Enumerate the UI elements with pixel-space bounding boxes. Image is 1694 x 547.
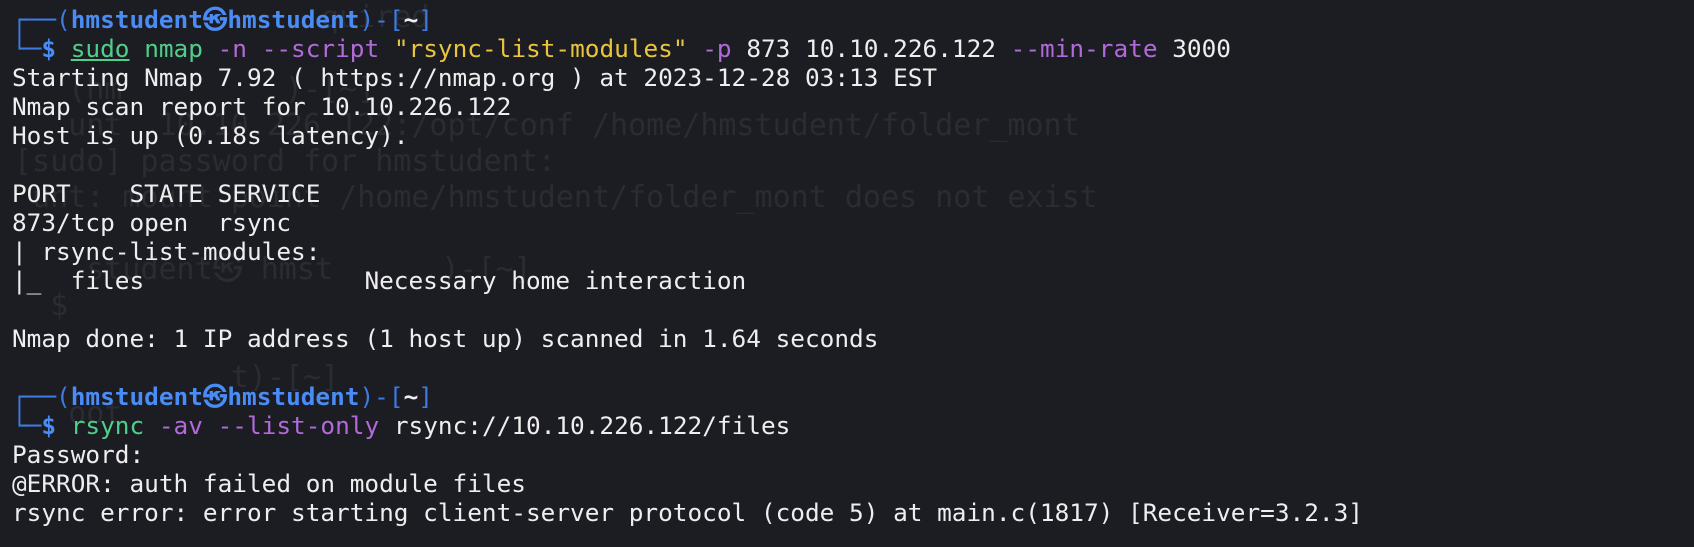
prompt-dir-open: )-[	[359, 382, 404, 411]
command-flag: -av	[158, 411, 203, 440]
output-line: Host is up (0.18s latency).	[12, 121, 409, 150]
prompt-user: hmstudent	[70, 382, 203, 411]
command-arg: 873	[746, 34, 791, 63]
prompt-line: ┌──(hmstudent㉿hmstudent)-[~]	[12, 5, 1694, 34]
output-line: Nmap done: 1 IP address (1 host up) scan…	[12, 324, 879, 353]
command-sudo: sudo	[70, 34, 130, 63]
command-arg: 3000	[1172, 34, 1231, 63]
command-arg: 10.10.226.122	[805, 34, 996, 63]
prompt-user: hmstudent	[70, 5, 203, 34]
command-binary: rsync	[70, 411, 145, 440]
prompt-line: ┌──(hmstudent㉿hmstudent)-[~]	[12, 382, 1694, 411]
output-line: |_ files Necessary home interaction	[12, 266, 747, 295]
command-flag: --script	[261, 34, 380, 63]
command-binary: nmap	[144, 34, 203, 63]
output-line: Password:	[12, 440, 159, 469]
output-line: PORT STATE SERVICE	[12, 179, 321, 208]
terminal-window[interactable]: quired (hm )-[~] unt 10.10.226.122:/opt/…	[0, 0, 1694, 547]
prompt-skull-icon: ㉿	[202, 5, 228, 34]
prompt-frame-top: ┌──(	[12, 382, 71, 411]
prompt-host: hmstudent	[227, 382, 360, 411]
command-flag: -p	[702, 34, 732, 63]
prompt-frame-bottom: └─	[12, 411, 42, 440]
command-line[interactable]: └─$ rsync -av --list-only rsync://10.10.…	[12, 411, 1694, 440]
command-flag: -n	[217, 34, 247, 63]
command-flag: --min-rate	[1010, 34, 1158, 63]
command-flag: --list-only	[217, 411, 380, 440]
prompt-dir: ~	[403, 382, 419, 411]
prompt-skull-icon: ㉿	[202, 382, 228, 411]
prompt-dir-close: ]	[418, 382, 433, 411]
terminal-output: ┌──(hmstudent㉿hmstudent)-[~] └─$ sudo nm…	[12, 5, 1694, 527]
output-line: | rsync-list-modules:	[12, 237, 336, 266]
prompt-frame-bottom: └─	[12, 34, 42, 63]
output-line: 873/tcp open rsync	[12, 208, 292, 237]
prompt-dir-close: ]	[418, 5, 433, 34]
command-arg: rsync://10.10.226.122/files	[393, 411, 791, 440]
output-line: Nmap scan report for 10.10.226.122	[12, 92, 512, 121]
prompt-host: hmstudent	[227, 5, 360, 34]
prompt-frame-top: ┌──(	[12, 5, 71, 34]
output-line: @ERROR: auth failed on module files	[12, 469, 526, 498]
prompt-dir-open: )-[	[359, 5, 404, 34]
command-string-arg: "rsync-list-modules"	[393, 34, 688, 63]
prompt-dir: ~	[403, 5, 419, 34]
command-line[interactable]: └─$ sudo nmap -n --script "rsync-list-mo…	[12, 34, 1694, 63]
output-line: rsync error: error starting client-serve…	[12, 498, 1363, 527]
prompt-dollar: $	[41, 411, 57, 440]
output-line: Starting Nmap 7.92 ( https://nmap.org ) …	[12, 63, 938, 92]
prompt-dollar: $	[41, 34, 57, 63]
